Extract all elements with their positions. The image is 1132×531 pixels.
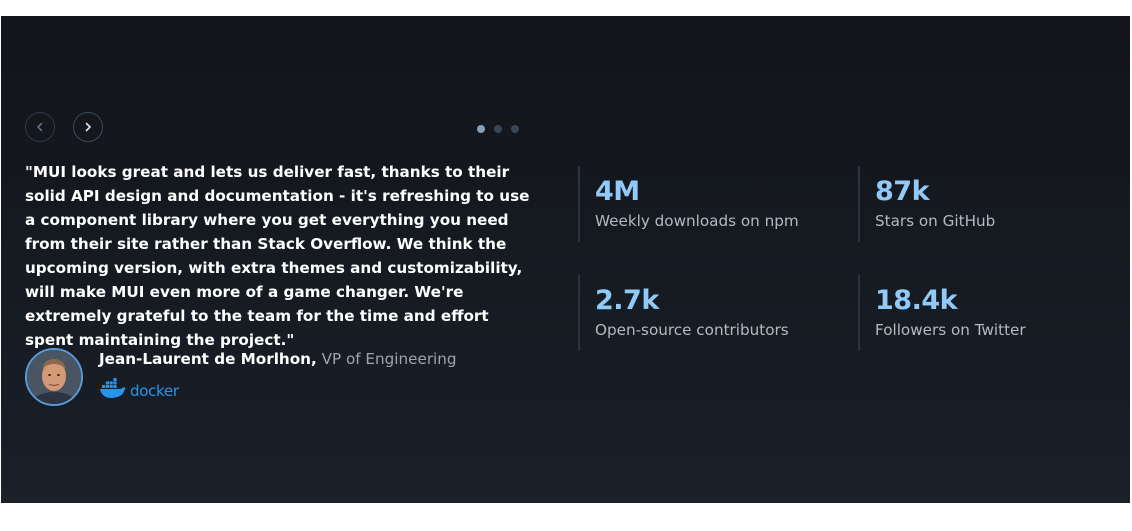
testimonial-quote: "MUI looks great and lets us deliver fas… xyxy=(25,163,530,349)
stat-github-stars: 87k Stars on GitHub xyxy=(858,166,995,242)
carousel-dot-3[interactable] xyxy=(511,125,519,133)
author-info: Jean-Laurent de Morlhon, VP of Engineeri… xyxy=(99,350,457,368)
stat-weekly-downloads: 4M Weekly downloads on npm xyxy=(578,166,799,242)
chevron-left-icon xyxy=(34,121,46,133)
stat-label: Followers on Twitter xyxy=(875,321,1026,339)
testimonials-section: "MUI looks great and lets us deliver fas… xyxy=(1,16,1130,503)
stat-contributors: 2.7k Open-source contributors xyxy=(578,275,789,351)
author-avatar xyxy=(25,348,83,406)
stat-value: 2.7k xyxy=(595,285,659,316)
stat-label: Open-source contributors xyxy=(595,321,789,339)
author-name: Jean-Laurent de Morlhon, xyxy=(99,350,317,368)
author-role: VP of Engineering xyxy=(321,350,457,368)
company-name: docker xyxy=(130,382,179,400)
stat-twitter-followers: 18.4k Followers on Twitter xyxy=(858,275,1026,351)
stat-label: Stars on GitHub xyxy=(875,212,996,230)
carousel-next-button[interactable] xyxy=(73,112,103,142)
stat-value: 4M xyxy=(595,176,640,207)
carousel-pagination xyxy=(477,125,519,133)
carousel-dot-2[interactable] xyxy=(494,125,502,133)
chevron-right-icon xyxy=(82,121,94,133)
company-logo: docker xyxy=(99,378,179,404)
carousel-prev-button[interactable] xyxy=(25,112,55,142)
docker-whale-icon xyxy=(99,378,127,404)
stat-label: Weekly downloads on npm xyxy=(595,212,799,230)
stat-value: 87k xyxy=(875,176,930,207)
carousel-dot-1[interactable] xyxy=(477,125,485,133)
stat-value: 18.4k xyxy=(875,285,958,316)
